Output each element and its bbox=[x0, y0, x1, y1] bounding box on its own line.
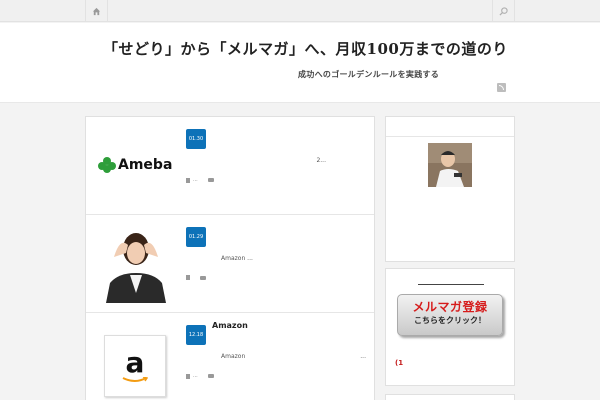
amazon-smile-icon bbox=[122, 377, 148, 382]
sidebar-profile-widget bbox=[385, 116, 515, 262]
post-date-badge: 01.30 bbox=[186, 129, 206, 149]
post-excerpt-more: ... bbox=[360, 353, 366, 360]
post-list: Ameba 01.30 2... ... 01.29 Amazon ... a … bbox=[85, 116, 375, 400]
post-meta: ... bbox=[186, 373, 214, 379]
post-title[interactable]: Amazon bbox=[212, 321, 248, 330]
profile-person-icon bbox=[428, 143, 472, 187]
search-icon bbox=[499, 6, 508, 16]
post-excerpt: 2... bbox=[316, 157, 326, 164]
post-excerpt: Amazon ... bbox=[186, 353, 366, 360]
banner-title: メルマガ登録 bbox=[412, 300, 488, 314]
document-icon bbox=[186, 275, 190, 280]
comment-icon[interactable] bbox=[207, 374, 214, 378]
post-category[interactable]: ... bbox=[193, 177, 198, 183]
post-item: a 12.18 Amazon Amazon ... ... bbox=[86, 313, 374, 400]
banner-subtitle: こちらをクリック！ bbox=[414, 316, 486, 325]
document-icon bbox=[186, 177, 190, 183]
post-thumbnail[interactable]: a bbox=[104, 335, 166, 397]
site-title[interactable]: 「せどり」から「メルマガ」へ、月収100万までの道のり bbox=[103, 38, 508, 59]
post-meta: ... bbox=[186, 177, 214, 183]
top-bar bbox=[0, 0, 600, 22]
document-icon bbox=[186, 373, 190, 379]
rss-icon[interactable] bbox=[497, 83, 506, 92]
profile-photo[interactable] bbox=[428, 143, 472, 187]
post-excerpt: Amazon ... bbox=[221, 255, 253, 262]
sidebar-widget bbox=[385, 394, 515, 400]
post-thumbnail[interactable]: Ameba bbox=[96, 125, 176, 205]
post-excerpt-text: Amazon bbox=[221, 353, 246, 360]
site-header: 「せどり」から「メルマガ」へ、月収100万までの道のり 成功へのゴールデンルール… bbox=[0, 23, 600, 103]
sidebar-newsletter-widget: メルマガ登録 こちらをクリック！ (1 bbox=[385, 268, 515, 386]
top-bar-inner bbox=[85, 0, 515, 22]
divider bbox=[418, 284, 484, 285]
amazon-logo-text: a bbox=[125, 346, 145, 379]
comment-icon[interactable] bbox=[207, 178, 214, 182]
home-icon bbox=[92, 7, 101, 15]
home-button[interactable] bbox=[86, 0, 108, 22]
site-description: 成功へのゴールデンルールを実践する bbox=[298, 70, 440, 79]
search-button[interactable] bbox=[492, 0, 514, 22]
widget-header bbox=[386, 117, 514, 137]
comment-icon[interactable] bbox=[200, 275, 206, 280]
post-date-badge: 01.29 bbox=[186, 227, 206, 247]
post-thumbnail[interactable] bbox=[96, 223, 176, 303]
post-date-badge: 12.18 bbox=[186, 325, 206, 345]
ameba-logo-icon bbox=[98, 157, 116, 173]
post-item: Ameba 01.30 2... ... bbox=[86, 117, 374, 215]
sidebar-note: (1 bbox=[395, 359, 404, 367]
woman-photo-icon bbox=[96, 223, 176, 303]
post-item: 01.29 Amazon ... bbox=[86, 215, 374, 313]
post-category[interactable]: ... bbox=[193, 373, 198, 379]
post-meta bbox=[186, 275, 206, 280]
newsletter-signup-banner[interactable]: メルマガ登録 こちらをクリック！ bbox=[397, 294, 503, 336]
ameba-logo-text: Ameba bbox=[118, 157, 173, 173]
